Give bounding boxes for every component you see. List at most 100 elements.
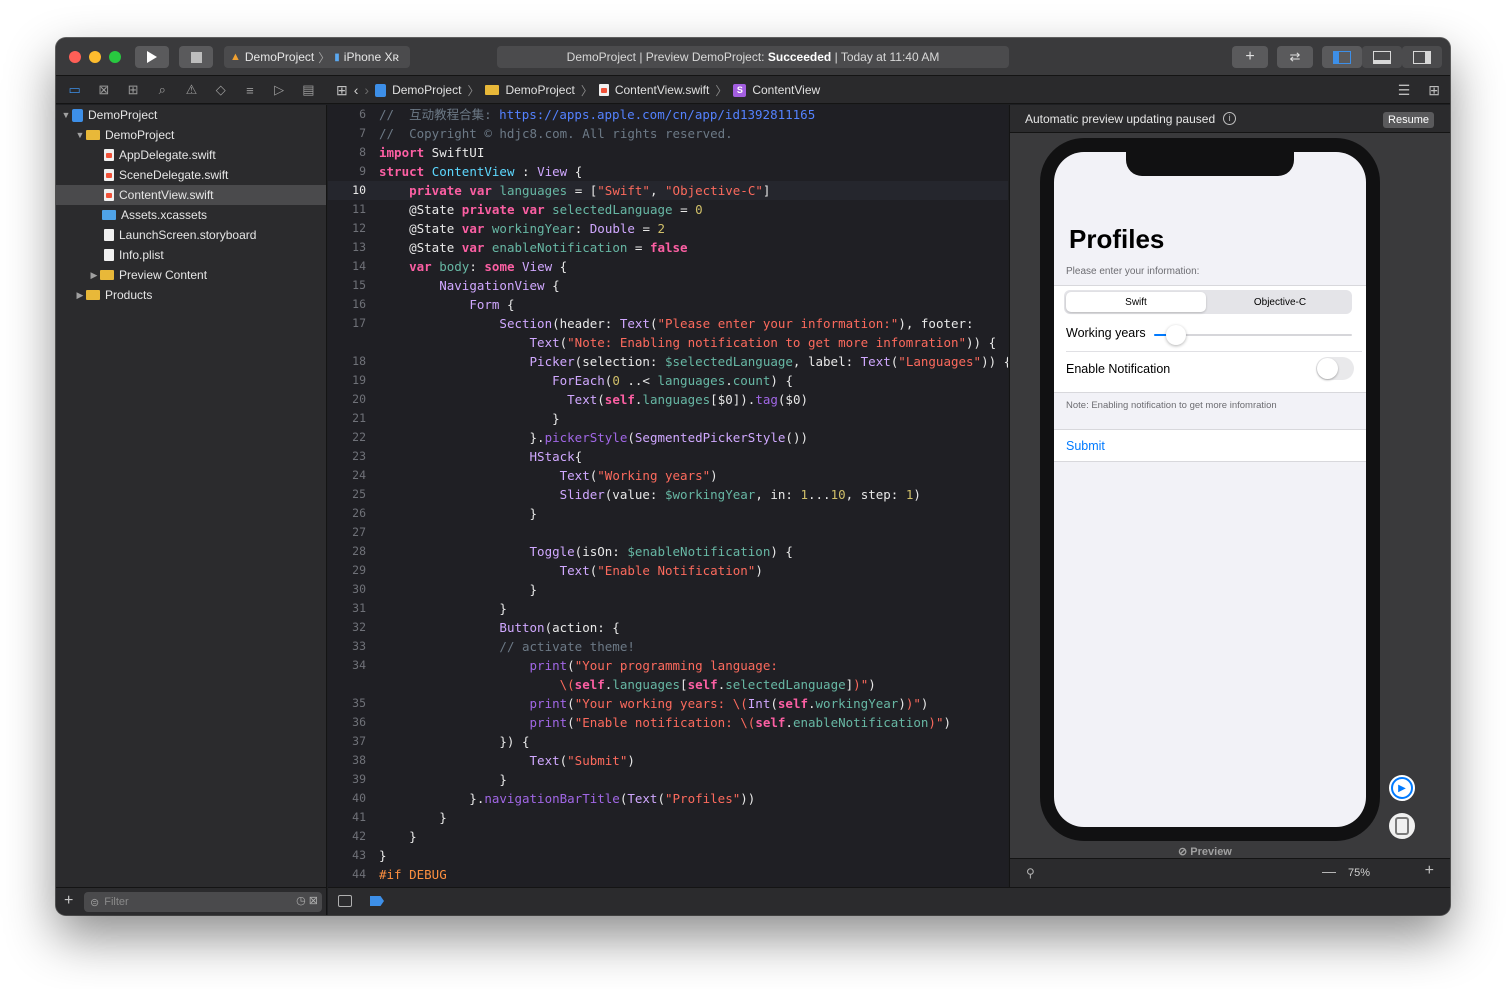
tree-item-file-selected[interactable]: ContentView.swift [56, 185, 326, 205]
symbol-navigator-icon[interactable]: ⊞ [124, 82, 142, 98]
live-preview-button[interactable]: ▶ [1387, 773, 1417, 803]
info-icon[interactable]: i [1223, 112, 1237, 125]
code-line[interactable]: 16 Form { [328, 295, 1008, 314]
code-line[interactable]: 12 @State var workingYear: Double = 2 [328, 219, 1008, 238]
code-line[interactable]: 39 } [328, 770, 1008, 789]
code-line[interactable]: 20 Text(self.languages[$0]).tag($0) [328, 390, 1008, 409]
tree-item-file[interactable]: SceneDelegate.swift [56, 165, 326, 185]
code-line[interactable]: 23 HStack{ [328, 447, 1008, 466]
code-line[interactable]: 44 #if DEBUG [328, 865, 1008, 884]
related-items-grid-icon[interactable]: ⊞ [336, 82, 348, 99]
language-segmented-picker[interactable]: Swift Objective-C [1064, 290, 1352, 314]
enable-notification-toggle[interactable] [1316, 357, 1354, 380]
source-editor[interactable]: 6 // 互动教程合集: https://apps.apple.com/cn/ap… [328, 105, 1008, 887]
code-line[interactable]: 35 print("Your working years: \(Int(self… [328, 694, 1008, 713]
minimize-window-button[interactable] [89, 51, 101, 63]
breakpoints-toggle-icon[interactable] [370, 896, 384, 906]
jump-item-symbol[interactable]: ContentView [752, 83, 820, 97]
debug-navigator-icon[interactable]: ≡ [241, 83, 259, 98]
report-navigator-icon[interactable]: ▤ [299, 82, 317, 98]
code-line[interactable]: 18 Picker(selection: $selectedLanguage, … [328, 352, 1008, 371]
hide-debug-area-icon[interactable] [338, 895, 352, 907]
toggle-debug-area-button[interactable] [1362, 46, 1402, 68]
stop-button[interactable] [179, 46, 213, 68]
tree-item-group[interactable]: ▼ DemoProject [56, 125, 326, 145]
tree-item-file[interactable]: Assets.xcassets [56, 205, 326, 225]
disclosure-closed-icon[interactable]: ▶ [74, 290, 86, 301]
filter-options-clock-icon[interactable]: ◷ ⊠ [296, 894, 318, 907]
code-line[interactable]: Text("Note: Enabling notification to get… [328, 333, 1008, 352]
preview-on-device-button[interactable] [1387, 811, 1417, 841]
code-line[interactable]: 32 Button(action: { [328, 618, 1008, 637]
code-line[interactable]: 17 Section(header: Text("Please enter yo… [328, 314, 1008, 333]
disclosure-open-icon[interactable]: ▼ [60, 110, 72, 120]
code-line[interactable]: 40 }.navigationBarTitle(Text("Profiles")… [328, 789, 1008, 808]
working-years-slider[interactable] [1154, 325, 1352, 345]
tree-item-file[interactable]: Info.plist [56, 245, 326, 265]
code-line[interactable]: 9 struct ContentView : View { [328, 162, 1008, 181]
pin-icon[interactable]: ⚲ [1026, 866, 1035, 880]
tree-item-group[interactable]: ▶ Preview Content [56, 265, 326, 285]
toggle-navigator-button[interactable] [1322, 46, 1362, 68]
jump-item-group[interactable]: DemoProject [505, 83, 574, 97]
jump-item-project[interactable]: DemoProject [392, 83, 461, 97]
back-chevron-icon[interactable]: ‹ [354, 82, 359, 98]
code-line[interactable]: 13 @State var enableNotification = false [328, 238, 1008, 257]
code-line[interactable]: 37 }) { [328, 732, 1008, 751]
slider-thumb[interactable] [1166, 325, 1186, 345]
forward-chevron-icon[interactable]: › [364, 82, 369, 98]
run-button[interactable] [135, 46, 169, 68]
code-line[interactable]: 28 Toggle(isOn: $enableNotification) { [328, 542, 1008, 561]
disclosure-closed-icon[interactable]: ▶ [88, 270, 100, 281]
zoom-level[interactable]: 75% [1348, 867, 1370, 879]
issue-navigator-warning-icon[interactable]: ⚠ [182, 82, 200, 98]
code-line[interactable]: 42 } [328, 827, 1008, 846]
code-line[interactable]: 41 } [328, 808, 1008, 827]
test-navigator-diamond-icon[interactable]: ◇ [212, 82, 230, 98]
breakpoint-navigator-icon[interactable]: ▷ [270, 82, 288, 98]
toggle-inspector-button[interactable] [1402, 46, 1442, 68]
code-line[interactable]: 34 print("Your programming language: [328, 656, 1008, 675]
find-navigator-search-icon[interactable]: ⌕ [153, 82, 171, 98]
code-line[interactable]: 7 // Copyright © hdjc8.com. All rights re… [328, 124, 1008, 143]
code-line[interactable]: 30 } [328, 580, 1008, 599]
code-line[interactable]: 21 } [328, 409, 1008, 428]
code-line[interactable]: \(self.languages[self.selectedLanguage])… [328, 675, 1008, 694]
segment-objective-c[interactable]: Objective-C [1210, 292, 1350, 312]
filter-input[interactable]: ⊜ Filter ◷ ⊠ [84, 892, 322, 912]
code-line[interactable]: 36 print("Enable notification: \(self.en… [328, 713, 1008, 732]
tree-item-file[interactable]: AppDelegate.swift [56, 145, 326, 165]
scheme-selector[interactable]: ▲ DemoProject 〉 ▮ iPhone Xʀ [224, 46, 410, 68]
tree-item-project[interactable]: ▼ DemoProject [56, 105, 326, 125]
code-review-button[interactable]: ⇄ [1277, 46, 1313, 68]
segment-swift[interactable]: Swift [1066, 292, 1206, 312]
code-line[interactable]: 25 Slider(value: $workingYear, in: 1...1… [328, 485, 1008, 504]
code-line[interactable]: 14 var body: some View { [328, 257, 1008, 276]
source-control-icon[interactable]: ⊠ [95, 82, 113, 98]
editor-options-lines-icon[interactable]: ☰ [1398, 82, 1411, 99]
code-line[interactable]: 8 import SwiftUI [328, 143, 1008, 162]
code-line[interactable]: 10 private var languages = ["Swift", "Ob… [328, 181, 1008, 200]
code-line[interactable]: 24 Text("Working years") [328, 466, 1008, 485]
code-line[interactable]: 22 }.pickerStyle(SegmentedPickerStyle()) [328, 428, 1008, 447]
zoom-in-icon[interactable]: + [1425, 862, 1434, 880]
tree-item-file[interactable]: LaunchScreen.storyboard [56, 225, 326, 245]
submit-button[interactable]: Submit [1066, 439, 1105, 453]
close-window-button[interactable] [69, 51, 81, 63]
tree-item-group[interactable]: ▶ Products [56, 285, 326, 305]
code-line[interactable]: 15 NavigationView { [328, 276, 1008, 295]
code-line[interactable]: 33 // activate theme! [328, 637, 1008, 656]
code-line[interactable]: 6 // 互动教程合集: https://apps.apple.com/cn/ap… [328, 105, 1008, 124]
add-editor-icon[interactable]: ⊞ [1428, 82, 1440, 99]
add-file-plus-icon[interactable]: + [64, 892, 73, 910]
code-line[interactable]: 19 ForEach(0 ..< languages.count) { [328, 371, 1008, 390]
disclosure-open-icon[interactable]: ▼ [74, 130, 86, 140]
zoom-window-button[interactable] [109, 51, 121, 63]
code-line[interactable]: 43} [328, 846, 1008, 865]
jump-item-file[interactable]: ContentView.swift [615, 83, 710, 97]
code-line[interactable]: 29 Text("Enable Notification") [328, 561, 1008, 580]
code-line[interactable]: 31 } [328, 599, 1008, 618]
resume-button[interactable]: Resume [1383, 112, 1434, 128]
code-line[interactable]: 26 } [328, 504, 1008, 523]
library-button[interactable]: + [1232, 46, 1268, 68]
